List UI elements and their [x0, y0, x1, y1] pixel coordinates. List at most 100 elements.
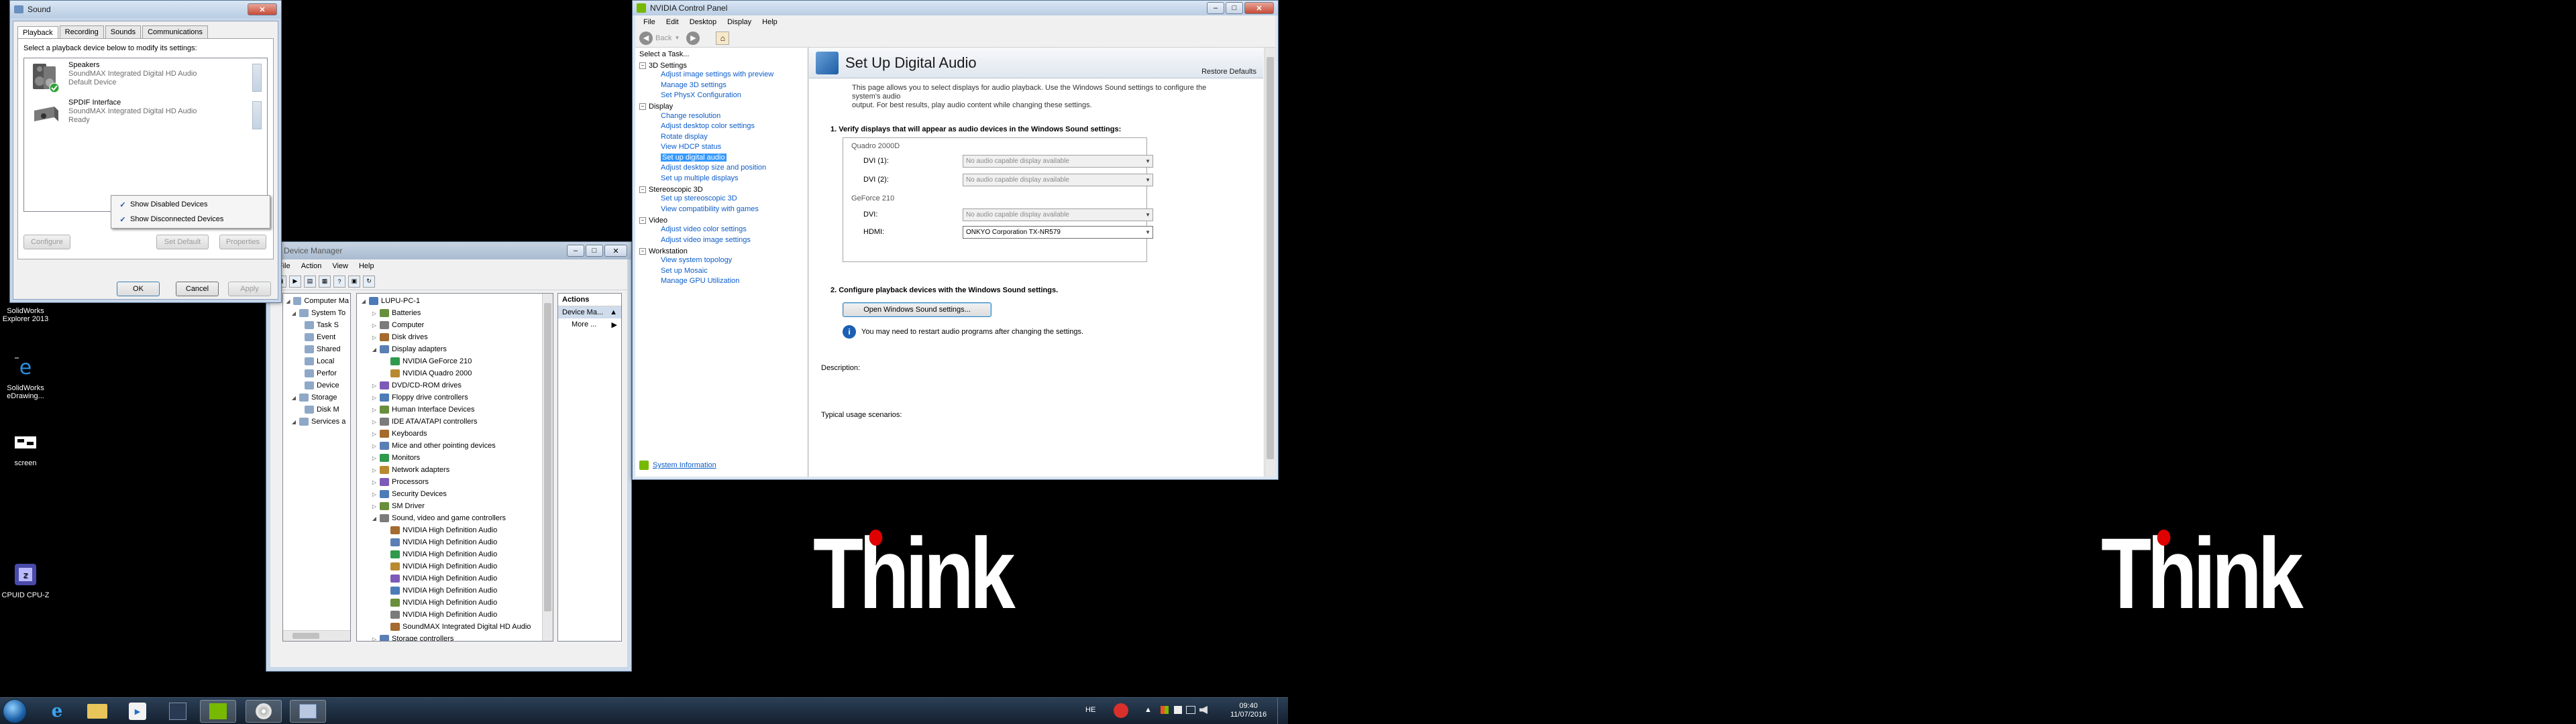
task-link[interactable]: View HDCP status — [639, 143, 804, 154]
expand-arrow-icon[interactable]: ▷ — [370, 322, 378, 328]
nvidia-titlebar[interactable]: NVIDIA Control Panel – □ ✕ — [633, 1, 1278, 15]
restore-defaults-link[interactable]: Restore Defaults — [1201, 68, 1256, 76]
set-default-button[interactable]: Set Default — [156, 235, 209, 249]
tab-recording[interactable]: Recording — [59, 25, 104, 38]
clock[interactable]: 09:40 11/07/2016 — [1230, 702, 1267, 719]
console-tree-item[interactable]: Task S — [284, 319, 349, 331]
taskbar-device-manager[interactable] — [290, 700, 326, 723]
horizontal-scrollbar[interactable] — [283, 630, 350, 641]
menu-edit[interactable]: Edit — [661, 18, 684, 26]
maximize-button[interactable]: □ — [1226, 2, 1243, 14]
collapse-toggle-icon[interactable]: − — [639, 103, 646, 110]
device-tree-item[interactable]: NVIDIA High Definition Audio — [360, 548, 551, 560]
desktop-icon-screen[interactable]: screen — [0, 428, 51, 467]
console-tree-item[interactable]: ◢ Services a — [284, 416, 349, 428]
device-tree-item[interactable]: NVIDIA High Definition Audio — [360, 609, 551, 621]
device-tree-item[interactable]: ▷ Processors — [360, 476, 551, 488]
cancel-button[interactable]: Cancel — [176, 282, 219, 296]
task-link[interactable]: Rotate display — [639, 133, 804, 143]
collapse-toggle-icon[interactable]: − — [639, 186, 646, 193]
content-vertical-scrollbar[interactable] — [1265, 48, 1275, 477]
device-tree-item[interactable]: NVIDIA High Definition Audio — [360, 597, 551, 609]
device-tree-item[interactable]: ▷ Network adapters — [360, 464, 551, 476]
show-hidden-icons-arrow[interactable]: ▲ — [1144, 706, 1152, 714]
home-icon[interactable]: ⌂ — [716, 31, 730, 45]
console-tree-icon[interactable]: ▦ — [319, 275, 331, 288]
task-category[interactable]: − Display — [639, 102, 804, 112]
refresh-icon[interactable]: ↻ — [363, 275, 375, 288]
actions-more[interactable]: More ... ▶ — [558, 318, 621, 331]
close-button[interactable]: ✕ — [604, 245, 627, 257]
collapse-toggle-icon[interactable]: − — [639, 247, 646, 255]
console-tree-item[interactable]: Local — [284, 355, 349, 367]
device-tree-item[interactable]: NVIDIA High Definition Audio — [360, 536, 551, 548]
show-desktop-button[interactable] — [1277, 698, 1287, 724]
sound-dialog-titlebar[interactable]: Sound ✕ — [10, 1, 281, 18]
device-tree-item[interactable]: ▷ Batteries — [360, 307, 551, 319]
task-category[interactable]: − Stereoscopic 3D — [639, 184, 804, 194]
menu-action[interactable]: Action — [296, 262, 327, 270]
dvi2-audio-select[interactable]: No audio capable display available ▼ — [963, 174, 1153, 186]
actions-selected-item[interactable]: Device Ma... ▲ — [558, 306, 621, 318]
device-tree-item[interactable]: ▷ Security Devices — [360, 488, 551, 500]
expand-arrow-icon[interactable]: ◢ — [360, 298, 368, 304]
device-tree-item[interactable]: ▷ Computer — [360, 319, 551, 331]
task-link[interactable]: Adjust desktop color settings — [639, 122, 804, 133]
hdmi-audio-select[interactable]: ONKYO Corporation TX-NR579 ▼ — [963, 226, 1153, 239]
task-link[interactable]: View system topology — [639, 256, 804, 267]
menu-display[interactable]: Display — [722, 18, 757, 26]
expand-arrow-icon[interactable]: ▷ — [370, 431, 378, 437]
minimize-button[interactable]: – — [567, 245, 584, 257]
collapse-toggle-icon[interactable]: − — [639, 217, 646, 224]
taskbar-explorer[interactable] — [79, 700, 115, 723]
console-tree-item[interactable]: Shared — [284, 343, 349, 355]
device-tree-item[interactable]: ▷ SM Driver — [360, 500, 551, 512]
menu-help[interactable]: Help — [354, 262, 380, 270]
minimize-button[interactable]: – — [1207, 2, 1224, 14]
taskbar-media-player[interactable]: ▶ — [119, 700, 156, 723]
expand-arrow-icon[interactable]: ▷ — [370, 443, 378, 449]
close-button[interactable]: ✕ — [1244, 2, 1274, 14]
forward-arrow-icon[interactable]: ▶ — [686, 31, 700, 45]
task-link[interactable]: Set up multiple displays — [639, 174, 804, 185]
network-icon[interactable] — [1186, 706, 1195, 714]
configure-button[interactable]: Configure — [23, 235, 70, 249]
taskbar-nvidia[interactable] — [200, 700, 236, 723]
device-tree-item[interactable]: NVIDIA High Definition Audio — [360, 585, 551, 597]
device-tree-item[interactable]: ▷ Floppy drive controllers — [360, 391, 551, 404]
console-tree-item[interactable]: Device — [284, 379, 349, 391]
expand-arrow-icon[interactable]: ▷ — [370, 455, 378, 461]
language-indicator[interactable]: HE — [1085, 706, 1095, 714]
expand-arrow-icon[interactable]: ▷ — [370, 407, 378, 413]
console-tree-item[interactable]: ◢ Storage — [284, 391, 349, 404]
device-tree-item[interactable]: ▷ Mice and other pointing devices — [360, 440, 551, 452]
expand-arrow-icon[interactable]: ◢ — [290, 395, 298, 401]
device-tree-item[interactable]: ◢ LUPU-PC-1 — [360, 295, 551, 307]
apply-button[interactable]: Apply — [228, 282, 271, 296]
device-manager-titlebar[interactable]: Device Manager – □ ✕ — [266, 242, 631, 259]
device-speakers[interactable]: Speakers SoundMAX Integrated Digital HD … — [24, 58, 267, 96]
task-link[interactable]: Adjust desktop size and position — [639, 164, 804, 174]
collapse-toggle-icon[interactable]: − — [639, 62, 646, 69]
task-link[interactable]: Set up Mosaic — [639, 267, 804, 278]
device-tree-item[interactable]: SoundMAX Integrated Digital HD Audio — [360, 621, 551, 633]
expand-arrow-icon[interactable]: ▷ — [370, 467, 378, 473]
menu-help[interactable]: Help — [757, 18, 783, 26]
device-tree-item[interactable]: NVIDIA High Definition Audio — [360, 572, 551, 585]
properties-button[interactable]: Properties — [219, 235, 266, 249]
windows-flag-tray-icon[interactable] — [1161, 706, 1169, 714]
device-tree-item[interactable]: ▷ Storage controllers — [360, 633, 551, 641]
back-button[interactable]: ◀ Back ▼ — [639, 31, 680, 45]
device-tree-item[interactable]: NVIDIA Quadro 2000 — [360, 367, 551, 379]
system-information-link[interactable]: System Information — [639, 461, 716, 470]
folder-icon[interactable]: ▤ — [304, 275, 316, 288]
device-tree-item[interactable]: ▷ IDE ATA/ATAPI controllers — [360, 416, 551, 428]
menu-file[interactable]: File — [638, 18, 661, 26]
console-tree-item[interactable]: ◢ System To — [284, 307, 349, 319]
volume-icon[interactable] — [1199, 706, 1208, 714]
device-tree-item[interactable]: ▷ Monitors — [360, 452, 551, 464]
tab-sounds[interactable]: Sounds — [105, 25, 142, 38]
task-link[interactable]: View compatibility with games — [639, 205, 804, 216]
console-tree-item[interactable]: Event — [284, 331, 349, 343]
expand-arrow-icon[interactable]: ▷ — [370, 310, 378, 316]
